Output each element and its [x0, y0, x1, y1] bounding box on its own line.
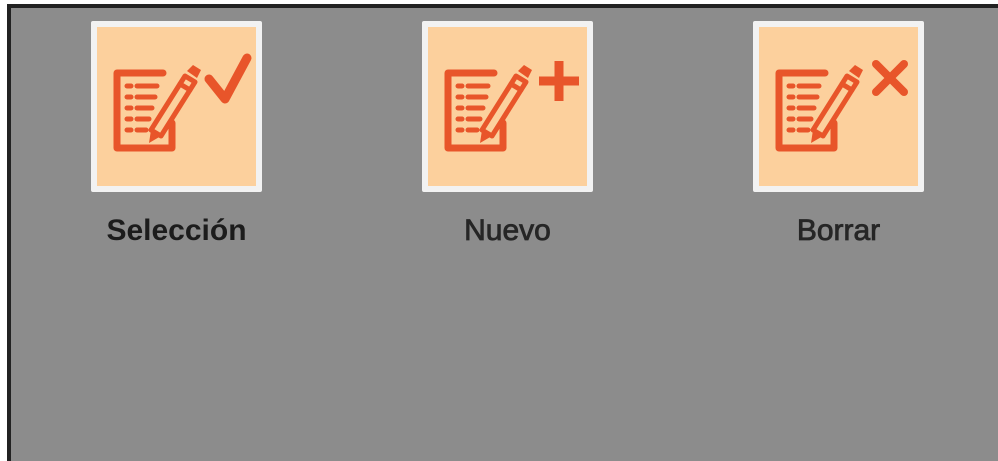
nuevo-icon-frame[interactable]	[422, 21, 593, 192]
nuevo-tile-button[interactable]: Nuevo	[420, 21, 593, 259]
borrar-tile-button[interactable]: Borrar	[751, 21, 924, 259]
borrar-label: Borrar	[796, 214, 881, 248]
nuevo-label: Nuevo	[464, 214, 552, 248]
seleccion-icon-frame[interactable]	[91, 21, 262, 192]
menu-panel: Selección Nuevo Borrar	[7, 4, 998, 461]
seleccion-label: Selección	[106, 214, 247, 247]
document-edit-plus-icon	[444, 61, 579, 152]
document-edit-check-icon	[113, 53, 252, 152]
document-edit-delete-icon	[775, 60, 908, 152]
seleccion-tile-button[interactable]: Selección	[89, 21, 262, 259]
borrar-icon-frame[interactable]	[753, 21, 924, 192]
